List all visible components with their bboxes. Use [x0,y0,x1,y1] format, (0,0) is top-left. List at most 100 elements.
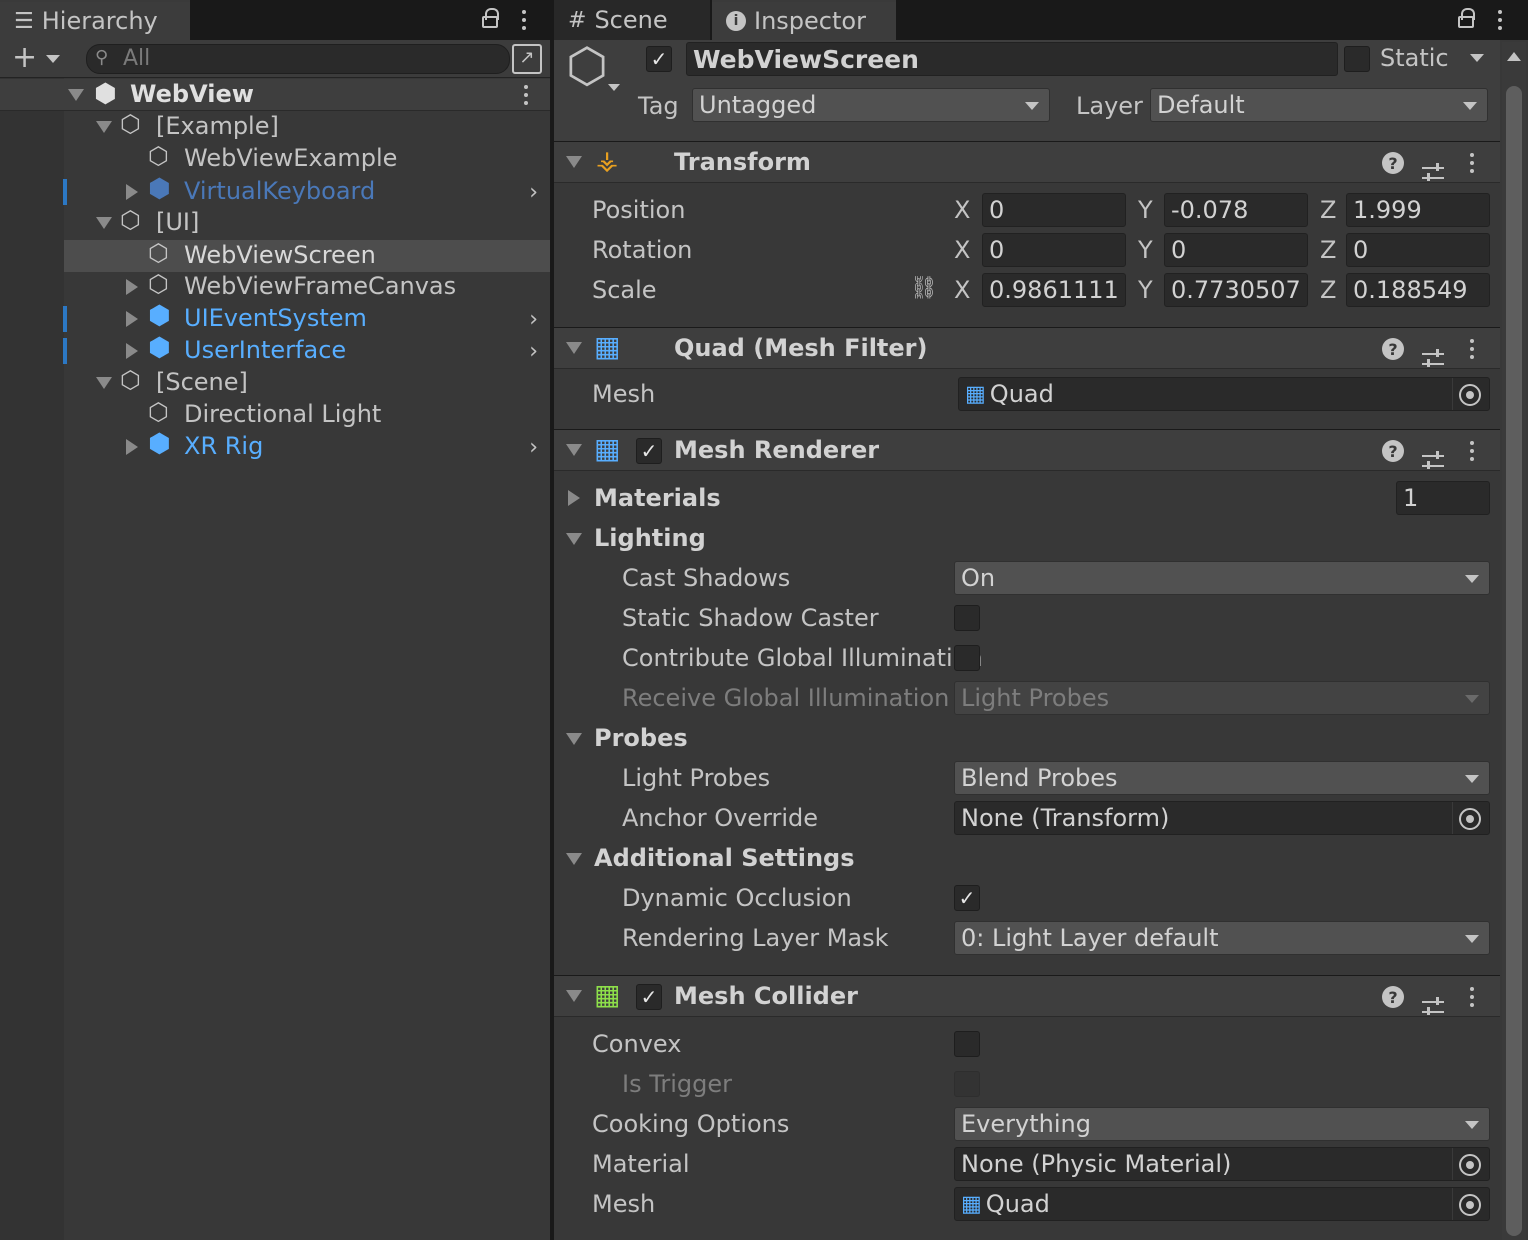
expand-arrow-icon[interactable] [126,439,138,455]
open-window-icon[interactable]: ↗ [512,44,542,74]
cast-shadows-dropdown[interactable]: On [954,561,1490,595]
help-icon[interactable]: ? [1382,338,1404,360]
tab-scene[interactable]: # Scene [554,0,710,40]
scene-menu-icon[interactable] [524,93,528,97]
list-item[interactable]: ⬡ [Scene] [0,366,550,399]
chevron-right-icon[interactable]: › [529,339,538,364]
mesh-object-field[interactable]: ▦ Quad [958,377,1490,411]
help-icon[interactable]: ? [1382,440,1404,462]
list-item[interactable]: ⬡ [Example] [0,110,550,143]
collapse-arrow-icon[interactable] [566,990,582,1002]
list-item[interactable]: ⬡ WebViewFrameCanvas [0,270,550,303]
help-icon[interactable]: ? [1382,986,1404,1008]
expand-arrow-icon[interactable] [126,279,138,295]
hierarchy-menu-icon[interactable] [522,18,526,22]
physic-material-field[interactable]: None (Physic Material) [954,1147,1490,1181]
axis-y-label[interactable]: Y [1138,236,1153,264]
list-item[interactable]: ⬡ Directional Light [0,398,550,431]
chevron-right-icon[interactable]: › [529,307,538,332]
add-icon[interactable]: + [12,42,37,74]
position-z-field[interactable]: 1.999 [1346,193,1490,227]
help-icon[interactable]: ? [1382,152,1404,174]
rotation-y-field[interactable]: 0 [1164,233,1308,267]
lighting-foldout[interactable]: Lighting [594,524,706,552]
expand-arrow-icon[interactable] [68,89,84,101]
collapse-arrow-icon[interactable] [566,342,582,354]
scale-y-field[interactable]: 0.7730507 [1164,273,1308,307]
convex-checkbox[interactable] [954,1031,980,1057]
active-checkbox[interactable]: ✓ [646,46,672,72]
mesh-filter-header[interactable]: ▦ Quad (Mesh Filter) ? [554,327,1500,369]
chevron-down-icon[interactable] [46,55,60,63]
tab-hierarchy[interactable]: ☰ Hierarchy [0,0,190,40]
object-name-field[interactable]: WebViewScreen [686,42,1338,76]
object-picker-icon[interactable] [1459,384,1481,406]
probes-foldout[interactable]: Probes [594,724,688,752]
component-menu-icon[interactable] [1470,449,1474,453]
cooking-options-dropdown[interactable]: Everything [954,1107,1490,1141]
rendering-layer-mask-dropdown[interactable]: 0: Light Layer default [954,921,1490,955]
object-picker-icon[interactable] [1459,1154,1481,1176]
component-menu-icon[interactable] [1470,161,1474,165]
position-x-field[interactable]: 0 [982,193,1126,227]
list-item[interactable]: ⬢ XR Rig › [0,429,550,463]
collapse-arrow-icon[interactable] [566,156,582,168]
expand-arrow-icon[interactable] [96,377,112,389]
tab-inspector[interactable]: i Inspector [712,0,896,40]
scroll-up-icon[interactable] [1507,52,1521,61]
axis-z-label[interactable]: Z [1320,236,1336,264]
presets-icon[interactable] [1422,451,1444,471]
presets-icon[interactable] [1422,349,1444,369]
scale-x-field[interactable]: 0.9861111 [982,273,1126,307]
expand-arrow-icon[interactable] [96,217,112,229]
icon-dropdown-icon[interactable] [608,84,620,91]
enabled-checkbox[interactable]: ✓ [636,438,662,464]
static-dropdown-icon[interactable] [1470,54,1484,62]
position-y-field[interactable]: -0.078 [1164,193,1308,227]
mesh-renderer-header[interactable]: ▦ ✓ Mesh Renderer ? [554,429,1500,471]
static-checkbox[interactable] [1344,46,1370,72]
chevron-right-icon[interactable]: › [529,180,538,205]
tag-dropdown[interactable]: Untagged [692,88,1050,122]
object-picker-icon[interactable] [1459,1194,1481,1216]
collapse-arrow-icon[interactable] [566,533,582,545]
component-menu-icon[interactable] [1470,995,1474,999]
rotation-x-field[interactable]: 0 [982,233,1126,267]
scale-z-field[interactable]: 0.188549 [1346,273,1490,307]
scrollbar-thumb[interactable] [1506,86,1522,1236]
expand-arrow-icon[interactable] [126,184,138,200]
search-input[interactable]: ⚲ All [86,44,510,74]
axis-x-label[interactable]: X [954,276,970,304]
collapse-arrow-icon[interactable] [566,733,582,745]
collapse-arrow-icon[interactable] [566,444,582,456]
lock-icon[interactable] [1458,8,1475,28]
scene-root-row[interactable]: ⬢ WebView [0,79,550,111]
anchor-override-field[interactable]: None (Transform) [954,801,1490,835]
axis-x-label[interactable]: X [954,236,970,264]
presets-icon[interactable] [1422,997,1444,1017]
presets-icon[interactable] [1422,163,1444,183]
additional-settings-foldout[interactable]: Additional Settings [594,844,855,872]
link-icon[interactable]: ⛓ [910,276,938,301]
collapse-arrow-icon[interactable] [566,853,582,865]
static-shadow-caster-checkbox[interactable] [954,605,980,631]
expand-arrow-icon[interactable] [126,343,138,359]
axis-y-label[interactable]: Y [1138,196,1153,224]
expand-arrow-icon[interactable] [568,490,580,506]
axis-z-label[interactable]: Z [1320,196,1336,224]
collider-mesh-field[interactable]: ▦ Quad [954,1187,1490,1221]
axis-z-label[interactable]: Z [1320,276,1336,304]
expand-arrow-icon[interactable] [126,311,138,327]
expand-arrow-icon[interactable] [96,121,112,133]
inspector-scrollbar[interactable] [1502,42,1526,1240]
list-item-selected[interactable]: ⬡ WebViewScreen [64,239,550,272]
transform-header[interactable]: ⚶ Transform ? [554,141,1500,183]
layer-dropdown[interactable]: Default [1150,88,1488,122]
lock-icon[interactable] [482,8,499,28]
dynamic-occlusion-checkbox[interactable]: ✓ [954,885,980,911]
list-item[interactable]: ⬡ WebViewExample [0,142,550,175]
enabled-checkbox[interactable]: ✓ [636,984,662,1010]
materials-count-field[interactable]: 1 [1396,481,1490,515]
rotation-z-field[interactable]: 0 [1346,233,1490,267]
list-item[interactable]: ⬢ VirtualKeyboard › [0,174,550,208]
